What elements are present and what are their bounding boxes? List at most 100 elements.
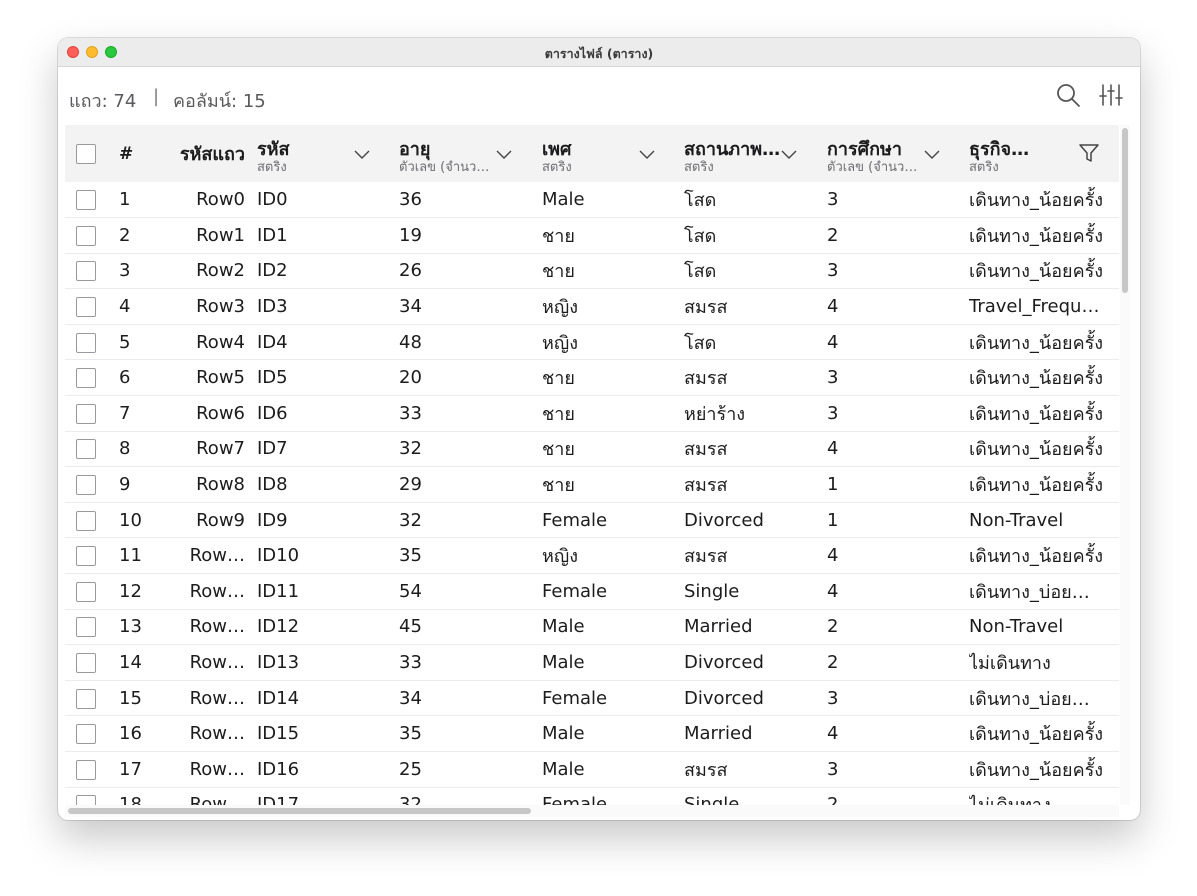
chevron-down-icon[interactable] [353, 145, 371, 163]
row-number[interactable]: 5 [115, 324, 175, 360]
cell-status[interactable]: สมรส [684, 467, 827, 503]
filter-icon[interactable] [1077, 141, 1101, 165]
cell-age[interactable]: 36 [399, 182, 542, 218]
row-name[interactable]: Row5 [175, 360, 257, 396]
cell-travel[interactable]: ไม่เดินทาง [969, 787, 1119, 805]
row-number[interactable]: 10 [115, 502, 175, 538]
cell-education[interactable]: 4 [827, 574, 969, 610]
cell-id[interactable]: ID1 [257, 218, 399, 254]
cell-sex[interactable]: ชาย [542, 218, 684, 254]
row-checkbox[interactable] [76, 261, 96, 282]
row-name[interactable]: Row… [175, 574, 257, 610]
row-number[interactable]: 7 [115, 396, 175, 432]
table-row[interactable]: 12 Row… ID11 54 Female Single 4 เดินทาง_บ่อย… [65, 574, 1119, 610]
cell-id[interactable]: ID3 [257, 289, 399, 325]
cell-sex[interactable]: Male [542, 182, 684, 218]
cell-id[interactable]: ID17 [257, 787, 399, 805]
cell-id[interactable]: ID13 [257, 645, 399, 681]
cell-education[interactable]: 3 [827, 752, 969, 788]
cell-education[interactable]: 2 [827, 645, 969, 681]
row-number[interactable]: 17 [115, 752, 175, 788]
row-checkbox[interactable] [76, 297, 96, 318]
chevron-down-icon[interactable] [923, 145, 941, 163]
cell-status[interactable]: Single [684, 574, 827, 610]
row-checkbox[interactable] [76, 403, 96, 424]
table-row[interactable]: 6 Row5 ID5 20 ชาย สมรส 3 เดินทาง_น้อยครั้ง [65, 360, 1119, 396]
cell-status[interactable]: Married [684, 609, 827, 645]
row-number[interactable]: 3 [115, 253, 175, 289]
cell-sex[interactable]: Male [542, 645, 684, 681]
cell-education[interactable]: 2 [827, 787, 969, 805]
table-row[interactable]: 7 Row6 ID6 33 ชาย หย่าร้าง 3 เดินทาง_น้อยครั้ง [65, 396, 1119, 432]
cell-travel[interactable]: เดินทาง_น้อยครั้ง [969, 396, 1119, 432]
cell-sex[interactable]: Male [542, 716, 684, 752]
table-row[interactable]: 13 Row… ID12 45 Male Married 2 Non-Travel [65, 609, 1119, 645]
table-row[interactable]: 11 Row… ID10 35 หญิง สมรส 4 เดินทาง_น้อยครั้ง [65, 538, 1119, 574]
cell-age[interactable]: 34 [399, 680, 542, 716]
chevron-down-icon[interactable] [780, 145, 798, 163]
cell-sex[interactable]: Female [542, 787, 684, 805]
row-checkbox[interactable] [76, 653, 96, 674]
row-number[interactable]: 11 [115, 538, 175, 574]
cell-status[interactable]: สมรส [684, 289, 827, 325]
cell-id[interactable]: ID14 [257, 680, 399, 716]
table-row[interactable]: 14 Row… ID13 33 Male Divorced 2 ไม่เดินทาง [65, 645, 1119, 681]
cell-id[interactable]: ID10 [257, 538, 399, 574]
row-name-header[interactable]: รหัสแถว [175, 125, 257, 182]
cell-sex[interactable]: ชาย [542, 431, 684, 467]
cell-education[interactable]: 1 [827, 467, 969, 503]
row-name[interactable]: Row… [175, 645, 257, 681]
row-number[interactable]: 13 [115, 609, 175, 645]
row-number[interactable]: 8 [115, 431, 175, 467]
row-name[interactable]: Row… [175, 752, 257, 788]
row-name[interactable]: Row0 [175, 182, 257, 218]
cell-status[interactable]: Divorced [684, 502, 827, 538]
row-name[interactable]: Row… [175, 538, 257, 574]
row-number[interactable]: 16 [115, 716, 175, 752]
cell-age[interactable]: 29 [399, 467, 542, 503]
cell-id[interactable]: ID11 [257, 574, 399, 610]
cell-education[interactable]: 4 [827, 431, 969, 467]
cell-sex[interactable]: ชาย [542, 253, 684, 289]
cell-travel[interactable]: เดินทาง_น้อยครั้ง [969, 324, 1119, 360]
cell-education[interactable]: 3 [827, 182, 969, 218]
cell-education[interactable]: 4 [827, 289, 969, 325]
cell-id[interactable]: ID8 [257, 467, 399, 503]
cell-travel[interactable]: เดินทาง_น้อยครั้ง [969, 182, 1119, 218]
table-row[interactable]: 9 Row8 ID8 29 ชาย สมรส 1 เดินทาง_น้อยครั้ง [65, 467, 1119, 503]
cell-sex[interactable]: Female [542, 574, 684, 610]
vertical-scroll-thumb[interactable] [1122, 128, 1128, 293]
cell-age[interactable]: 54 [399, 574, 542, 610]
table-row[interactable]: 4 Row3 ID3 34 หญิง สมรส 4 Travel_Frequ… [65, 289, 1119, 325]
cell-age[interactable]: 19 [399, 218, 542, 254]
horizontal-scrollbar[interactable] [65, 805, 1119, 817]
row-name[interactable]: Row6 [175, 396, 257, 432]
row-name[interactable]: Row… [175, 680, 257, 716]
cell-status[interactable]: Divorced [684, 680, 827, 716]
cell-travel[interactable]: เดินทาง_น้อยครั้ง [969, 538, 1119, 574]
table-row[interactable]: 3 Row2 ID2 26 ชาย โสด 3 เดินทาง_น้อยครั้ง [65, 253, 1119, 289]
cell-sex[interactable]: ชาย [542, 467, 684, 503]
row-number[interactable]: 4 [115, 289, 175, 325]
cell-travel[interactable]: เดินทาง_น้อยครั้ง [969, 752, 1119, 788]
row-name[interactable]: Row9 [175, 502, 257, 538]
chevron-down-icon[interactable] [638, 145, 656, 163]
cell-status[interactable]: Single [684, 787, 827, 805]
row-name[interactable]: Row8 [175, 467, 257, 503]
cell-sex[interactable]: หญิง [542, 324, 684, 360]
row-checkbox[interactable] [76, 617, 96, 638]
cell-age[interactable]: 48 [399, 324, 542, 360]
column-header[interactable]: เพศ สตริง [542, 125, 684, 182]
row-checkbox[interactable] [76, 368, 96, 389]
cell-travel[interactable]: ไม่เดินทาง [969, 645, 1119, 681]
row-checkbox[interactable] [76, 724, 96, 745]
horizontal-scroll-thumb[interactable] [68, 808, 531, 814]
cell-age[interactable]: 45 [399, 609, 542, 645]
cell-age[interactable]: 35 [399, 538, 542, 574]
row-number[interactable]: 6 [115, 360, 175, 396]
cell-age[interactable]: 34 [399, 289, 542, 325]
row-checkbox[interactable] [76, 475, 96, 496]
cell-age[interactable]: 35 [399, 716, 542, 752]
table-row[interactable]: 5 Row4 ID4 48 หญิง โสด 4 เดินทาง_น้อยครั้ง [65, 324, 1119, 360]
row-number[interactable]: 14 [115, 645, 175, 681]
